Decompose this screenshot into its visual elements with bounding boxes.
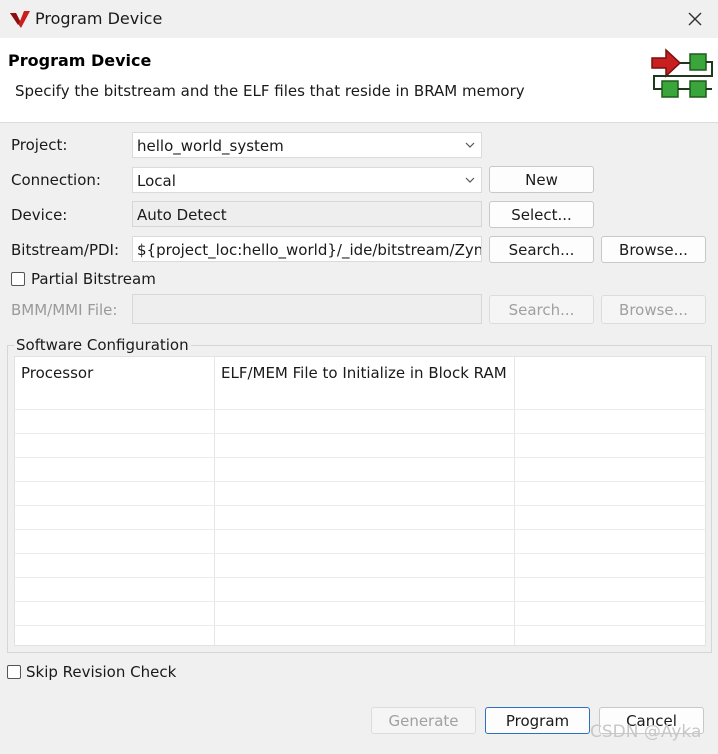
- bmm-browse-button[interactable]: Browse...: [601, 295, 706, 324]
- device-label: Device:: [11, 206, 68, 224]
- bitstream-search-button[interactable]: Search...: [489, 236, 594, 263]
- row-divider: [15, 409, 705, 410]
- row-divider: [15, 481, 705, 482]
- project-value: hello_world_system: [137, 137, 284, 155]
- row-divider: [15, 625, 705, 626]
- chevron-down-icon: [465, 177, 475, 183]
- bitstream-label: Bitstream/PDI:: [11, 241, 120, 259]
- bitstream-input[interactable]: ${project_loc:hello_world}/_ide/bitstrea…: [132, 236, 482, 262]
- program-device-logo-icon: [651, 48, 713, 98]
- column-divider: [514, 357, 515, 645]
- generate-button[interactable]: Generate: [371, 707, 476, 734]
- software-configuration-table[interactable]: Processor ELF/MEM File to Initialize in …: [14, 356, 706, 646]
- row-divider: [15, 577, 705, 578]
- bitstream-browse-button[interactable]: Browse...: [601, 236, 706, 263]
- program-button[interactable]: Program: [485, 707, 590, 734]
- chevron-down-icon: [465, 142, 475, 148]
- row-divider: [15, 505, 705, 506]
- connection-label: Connection:: [11, 171, 101, 189]
- row-divider: [15, 529, 705, 530]
- vitis-logo-icon: [10, 11, 30, 28]
- connection-value: Local: [137, 172, 176, 190]
- window-title: Program Device: [35, 9, 163, 28]
- title-bar: Program Device: [0, 0, 718, 38]
- skip-revision-check-checkbox[interactable]: [7, 665, 21, 679]
- partial-bitstream-checkbox[interactable]: [11, 272, 25, 286]
- banner-description: Specify the bitstream and the ELF files …: [15, 82, 525, 100]
- column-header-elf-file[interactable]: ELF/MEM File to Initialize in Block RAM: [215, 357, 515, 409]
- close-button[interactable]: [680, 4, 710, 34]
- header-banner: Program Device Specify the bitstream and…: [0, 38, 718, 123]
- banner-title: Program Device: [8, 51, 152, 70]
- bmm-label: BMM/MMI File:: [11, 301, 118, 319]
- partial-bitstream-label: Partial Bitstream: [31, 270, 156, 288]
- device-value: Auto Detect: [137, 206, 227, 224]
- row-divider: [15, 601, 705, 602]
- bmm-input[interactable]: [132, 294, 482, 324]
- watermark-text: CSDN @Ayka: [590, 722, 702, 742]
- row-divider: [15, 457, 705, 458]
- close-icon: [688, 12, 702, 26]
- software-configuration-title: Software Configuration: [14, 336, 191, 354]
- column-divider: [214, 357, 215, 645]
- new-connection-button[interactable]: New: [489, 166, 594, 193]
- project-label: Project:: [11, 136, 68, 154]
- skip-revision-check-label: Skip Revision Check: [26, 663, 177, 681]
- column-header-processor[interactable]: Processor: [15, 357, 215, 409]
- program-device-dialog: Program Device Program Device Specify th…: [0, 0, 718, 754]
- row-divider: [15, 553, 705, 554]
- device-field: Auto Detect: [132, 201, 482, 227]
- bitstream-value: ${project_loc:hello_world}/_ide/bitstrea…: [137, 241, 482, 259]
- connection-combo[interactable]: Local: [132, 167, 482, 193]
- select-device-button[interactable]: Select...: [489, 201, 594, 228]
- row-divider: [15, 433, 705, 434]
- column-header-extra[interactable]: [515, 357, 705, 409]
- bmm-search-button[interactable]: Search...: [489, 295, 594, 324]
- project-combo[interactable]: hello_world_system: [132, 132, 482, 158]
